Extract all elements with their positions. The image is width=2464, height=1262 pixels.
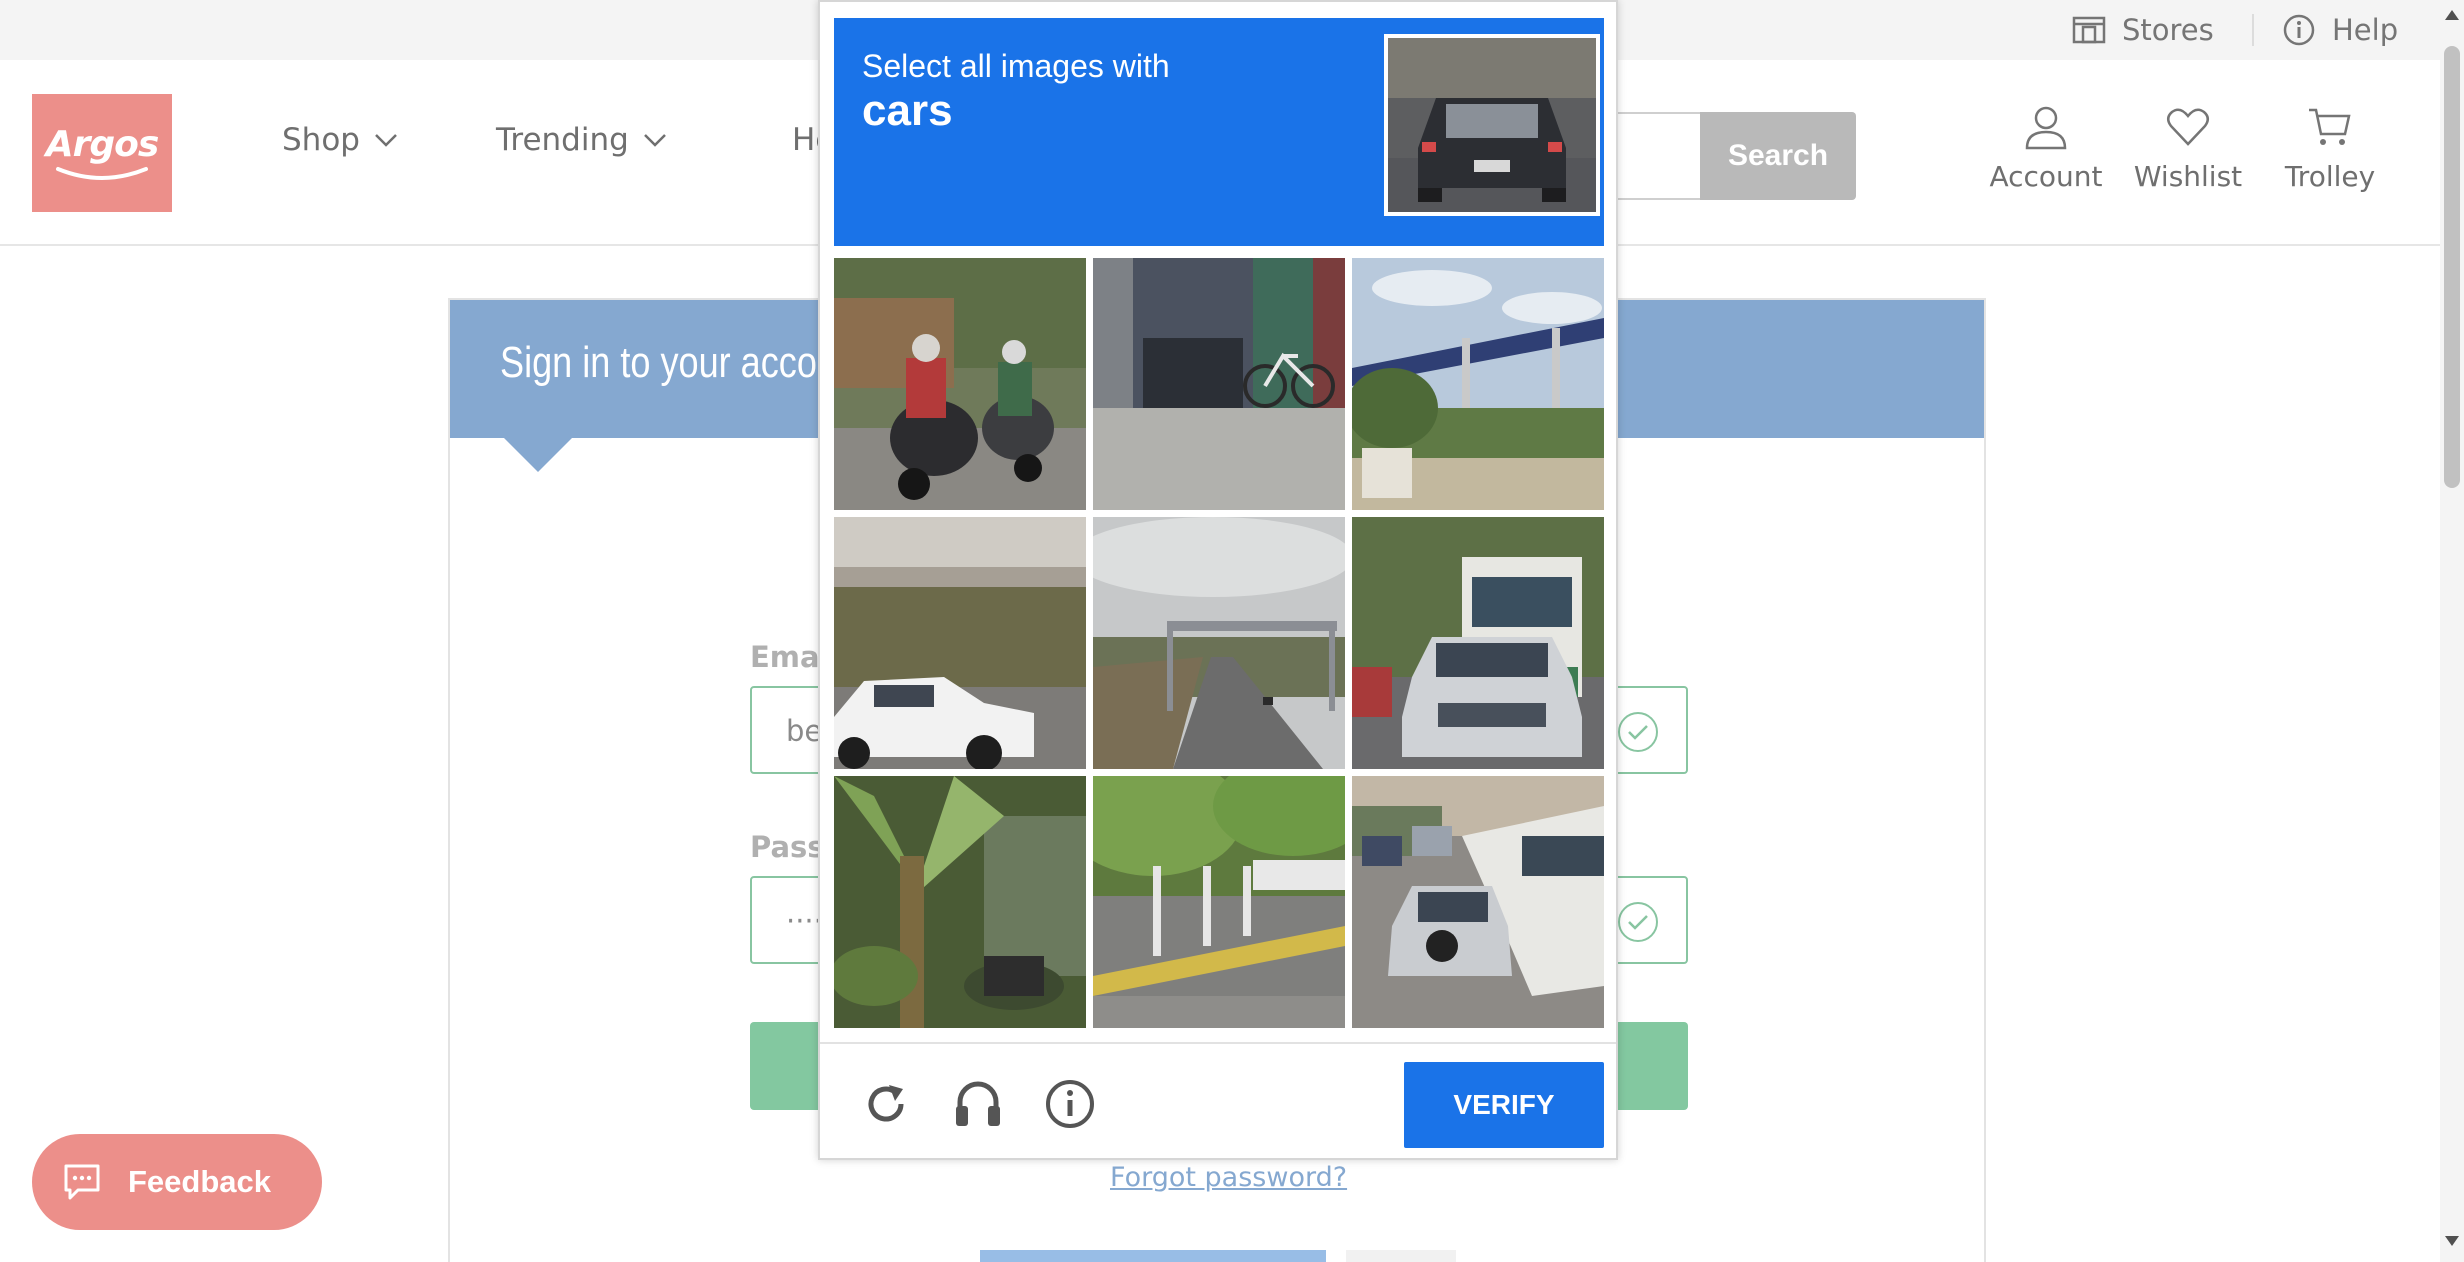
example-car-image	[1388, 38, 1596, 212]
reload-button[interactable]	[858, 1076, 914, 1132]
info-icon	[2283, 14, 2315, 46]
captcha-tile[interactable]	[1352, 517, 1604, 769]
wishlist-label: Wishlist	[2133, 160, 2243, 193]
captcha-example-image	[1384, 34, 1600, 216]
captcha-tile[interactable]	[1093, 776, 1345, 1028]
feedback-label: Feedback	[128, 1164, 272, 1199]
argos-logo[interactable]: Argos	[32, 94, 172, 212]
captcha-target: cars	[862, 86, 953, 135]
stores-label: Stores	[2122, 13, 2214, 47]
captcha-footer-divider	[820, 1042, 1616, 1044]
captcha-tile[interactable]	[834, 258, 1086, 510]
chevron-down-icon	[643, 134, 666, 147]
trolley-link[interactable]: Trolley	[2260, 104, 2400, 193]
check-circle-icon	[1618, 712, 1658, 752]
street-scooters-image	[834, 258, 1086, 510]
audio-challenge-button[interactable]	[950, 1076, 1006, 1132]
captcha-tile[interactable]	[834, 776, 1086, 1028]
nav-shop[interactable]: Shop	[282, 120, 398, 160]
captcha-challenge: Select all images with cars VERIFY	[818, 0, 1618, 1160]
user-icon	[2025, 106, 2067, 150]
captcha-header: Select all images with cars	[834, 18, 1604, 246]
captcha-tile[interactable]	[1352, 776, 1604, 1028]
chat-bubble-icon	[64, 1164, 100, 1200]
scroll-thumb[interactable]	[2444, 46, 2460, 488]
trolley-label: Trolley	[2284, 160, 2376, 193]
page-scrollbar[interactable]	[2440, 0, 2464, 1262]
utility-divider	[2252, 14, 2254, 46]
wishlist-link[interactable]: Wishlist	[2118, 104, 2258, 193]
signin-header-pointer	[502, 436, 574, 472]
captcha-tile[interactable]	[1093, 517, 1345, 769]
heart-icon	[2167, 108, 2209, 146]
info-icon	[1046, 1080, 1094, 1128]
nav-trending-label: Trending	[496, 122, 629, 158]
check-circle-icon	[1618, 902, 1658, 942]
verify-button[interactable]: VERIFY	[1404, 1062, 1604, 1148]
captcha-info-button[interactable]	[1042, 1076, 1098, 1132]
suv-and-bus-image	[1352, 517, 1604, 769]
nav-shop-label: Shop	[282, 122, 360, 158]
cart-icon	[2309, 108, 2351, 145]
captcha-tile[interactable]	[1352, 258, 1604, 510]
logo-swoosh-icon	[56, 166, 148, 180]
secondary-button[interactable]	[1346, 1250, 1456, 1262]
traffic-with-bus-image	[1352, 776, 1604, 1028]
email-value: be	[786, 714, 823, 748]
search-button[interactable]: Search	[1700, 112, 1856, 200]
captcha-tile[interactable]	[834, 517, 1086, 769]
bicycle-wall-image	[1093, 258, 1345, 510]
account-link[interactable]: Account	[1976, 104, 2116, 193]
help-label: Help	[2332, 13, 2399, 47]
account-label: Account	[1989, 160, 2103, 193]
captcha-tile[interactable]	[1093, 258, 1345, 510]
scroll-down-arrow-icon[interactable]	[2445, 1236, 2459, 1246]
help-link[interactable]: Help	[2282, 0, 2398, 60]
captcha-prompt: Select all images with	[862, 48, 1170, 84]
chevron-down-icon	[375, 134, 397, 147]
highway-bridge-image	[1352, 258, 1604, 510]
page-title: Sign in to your accou	[500, 338, 837, 387]
nav-trending[interactable]: Trending	[496, 120, 667, 160]
create-account-button[interactable]	[980, 1250, 1326, 1262]
headphones-icon	[956, 1081, 1000, 1126]
reload-icon	[868, 1085, 904, 1122]
feedback-button[interactable]: Feedback	[32, 1134, 322, 1230]
forgot-password-link[interactable]: Forgot password?	[1110, 1162, 1347, 1193]
white-car-underpass-image	[834, 517, 1086, 769]
scroll-up-arrow-icon[interactable]	[2445, 10, 2459, 20]
banana-tree-image	[834, 776, 1086, 1028]
stores-link[interactable]: Stores	[2072, 0, 2214, 60]
tree-lined-street-image	[1093, 776, 1345, 1028]
store-icon	[2072, 16, 2106, 44]
road-gantry-image	[1093, 517, 1345, 769]
